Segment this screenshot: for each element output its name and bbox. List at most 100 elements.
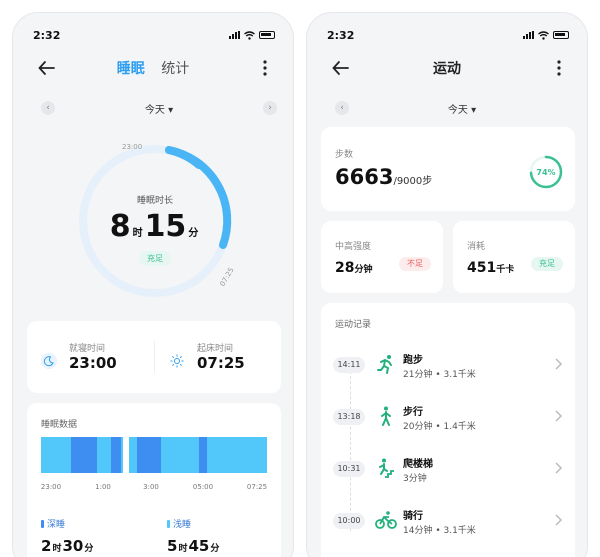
stage-bar-deep	[137, 437, 161, 473]
sleep-data-title: 睡眠数据	[41, 420, 78, 430]
ring-start-tick: 23:00	[122, 143, 143, 151]
steps-percent: 74%	[536, 168, 555, 177]
date-selector: ‹ 今天 ▾ ›	[41, 101, 277, 117]
light-legend-swatch	[167, 519, 170, 528]
list-item[interactable]: 10:00 骑行 14分钟 • 3.1千米	[321, 503, 575, 543]
intensity-label: 中高强度	[335, 242, 372, 252]
stage-bar-light	[41, 437, 71, 473]
battery-icon	[259, 31, 275, 39]
tick-label: 1:00	[95, 483, 111, 491]
exercise-screen: 2:32 运动 ‹ 今天 ▾ 步数 6663/9000步 74% 中高强度 28…	[306, 12, 588, 557]
tick-label: 05:00	[192, 483, 214, 491]
status-time: 2:32	[327, 28, 355, 42]
bedtime-card: 就寝时间 23:00 起床时间 07:25	[27, 321, 281, 393]
stage-bar-light	[161, 437, 199, 473]
exercise-records-card: 运动记录 14:11 跑步 21分钟 • 3.1千米 13:18 步行 20分钟…	[321, 303, 575, 557]
record-detail: 21分钟 • 3.1千米	[403, 370, 476, 380]
records-title: 运动记录	[335, 320, 372, 330]
sleep-data-card[interactable]: 睡眠数据 23:00 1:00 3:00 05:00 07:25 深睡 2时30…	[27, 403, 281, 557]
record-name: 爬楼梯	[403, 459, 433, 470]
record-time: 10:00	[333, 513, 365, 529]
signal-icon	[229, 31, 240, 39]
steps-progress-ring: 74%	[529, 155, 563, 189]
light-sleep-stat: 浅睡 5时45分	[167, 517, 220, 555]
running-icon	[377, 355, 392, 374]
steps-card[interactable]: 步数 6663/9000步 74%	[321, 127, 575, 211]
bedtime-label: 就寝时间	[69, 344, 106, 354]
date-next-button[interactable]: ›	[263, 101, 277, 115]
deep-legend-swatch	[41, 519, 44, 528]
status-time: 2:32	[33, 28, 61, 42]
list-item[interactable]: 13:18 步行 20分钟 • 1.4千米	[321, 399, 575, 439]
sleep-duration-value: 8 时15 分	[109, 209, 199, 244]
deep-sleep-stat: 深睡 2时30分	[41, 517, 94, 555]
status-badge: 充足	[531, 257, 563, 271]
wake-time-label: 起床时间	[197, 344, 234, 354]
page-title: 运动	[433, 61, 461, 77]
stage-bar-deep	[111, 437, 121, 473]
record-time: 13:18	[333, 409, 365, 425]
intensity-value: 28分钟	[335, 260, 373, 276]
signal-icon	[523, 31, 534, 39]
deep-sleep-label: 深睡	[47, 520, 66, 530]
stage-bar-light	[121, 437, 123, 473]
record-name: 步行	[403, 407, 423, 418]
tab-stats[interactable]: 统计	[161, 61, 189, 77]
sleep-screen: 2:32 睡眠 统计 ‹ 今天 ▾ › 睡眠时长 8时15分 充足 23:0	[12, 12, 294, 557]
stairs-icon	[379, 458, 394, 478]
status-badge: 充足	[139, 251, 171, 266]
tab-sleep[interactable]: 睡眠	[117, 61, 145, 77]
tick-label: 3:00	[143, 483, 159, 491]
calories-value: 451千卡	[467, 260, 515, 276]
sleep-duration-ring: 睡眠时长 8 时15 分 充足 23:00 07:25	[75, 141, 236, 301]
cycling-icon	[375, 511, 397, 529]
record-time: 10:31	[333, 461, 365, 477]
wifi-icon	[538, 30, 549, 40]
calories-label: 消耗	[467, 242, 486, 252]
intensity-card[interactable]: 中高强度 28分钟 不足	[321, 221, 443, 293]
chevron-right-icon	[555, 358, 563, 370]
date-label[interactable]: 今天 ▾	[41, 101, 277, 116]
tick-label: 07:25	[246, 483, 268, 491]
chevron-right-icon	[555, 410, 563, 422]
sun-icon	[169, 353, 185, 369]
date-selector: ‹ 今天 ▾	[335, 101, 587, 117]
more-menu-icon[interactable]	[255, 58, 275, 78]
bedtime-value: 23:00	[69, 354, 117, 372]
steps-value: 6663/9000步	[335, 165, 433, 189]
stage-bar-deep	[71, 437, 97, 473]
record-name: 跑步	[403, 355, 423, 366]
record-name: 骑行	[403, 511, 423, 522]
walking-icon	[381, 406, 391, 426]
header: 睡眠 统计	[13, 55, 293, 81]
stage-bar-light	[207, 437, 267, 473]
status-badge: 不足	[399, 257, 431, 271]
divider	[154, 341, 155, 373]
record-detail: 3分钟	[403, 474, 427, 484]
battery-icon	[553, 31, 569, 39]
stage-bar-deep	[199, 437, 207, 473]
time-axis: 23:00 1:00 3:00 05:00 07:25	[41, 483, 267, 493]
status-bar: 2:32	[33, 27, 275, 43]
list-item[interactable]: 10:31 爬楼梯 3分钟	[321, 451, 575, 491]
date-label[interactable]: 今天 ▾	[335, 101, 587, 116]
wake-time-value: 07:25	[197, 354, 245, 372]
ring-label: 睡眠时长	[136, 196, 173, 206]
record-time: 14:11	[333, 357, 365, 373]
list-item[interactable]: 14:11 跑步 21分钟 • 3.1千米	[321, 347, 575, 387]
title-tabs: 睡眠 统计	[13, 58, 293, 78]
sleep-stage-bars	[41, 437, 267, 473]
record-detail: 20分钟 • 1.4千米	[403, 422, 476, 432]
stage-bar-light	[129, 437, 137, 473]
light-sleep-label: 浅睡	[173, 520, 192, 530]
header: 运动	[307, 55, 587, 81]
calories-card[interactable]: 消耗 451千卡 充足	[453, 221, 575, 293]
tick-label: 23:00	[40, 483, 62, 491]
moon-icon	[41, 353, 57, 369]
more-menu-icon[interactable]	[549, 58, 569, 78]
stage-bar-light	[97, 437, 111, 473]
record-detail: 14分钟 • 3.1千米	[403, 526, 476, 536]
steps-label: 步数	[335, 150, 354, 160]
chevron-right-icon	[555, 462, 563, 474]
wifi-icon	[244, 30, 255, 40]
